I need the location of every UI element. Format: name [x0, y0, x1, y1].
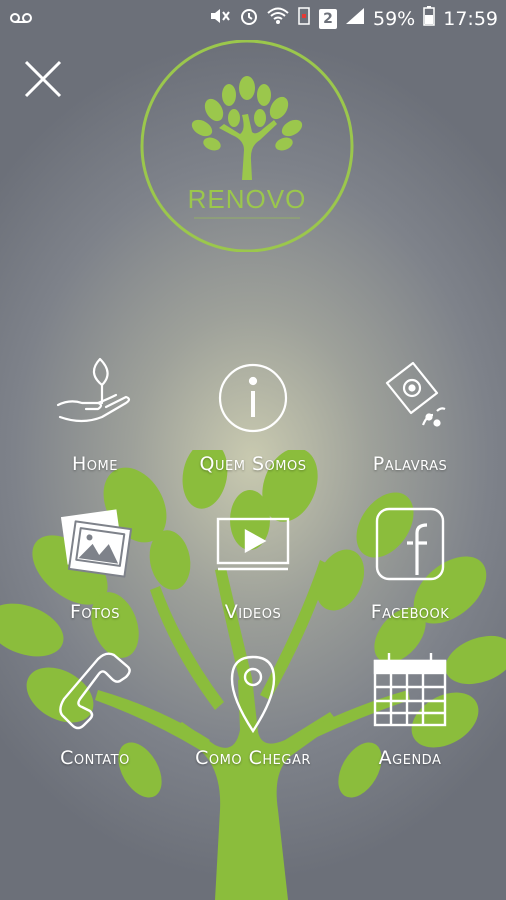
- menu-item-palavras[interactable]: Palavras: [330, 355, 490, 495]
- menu-label-quem-somos: Quem Somos: [199, 453, 307, 475]
- clock-time: 17:59: [443, 7, 498, 30]
- menu-item-contato[interactable]: Contato: [15, 649, 175, 789]
- menu-label-palavras: Palavras: [372, 453, 448, 475]
- alarm-icon: [239, 6, 259, 31]
- photos-icon: [60, 509, 133, 578]
- menu-label-agenda: Agenda: [378, 747, 442, 769]
- phone-icon: [59, 652, 131, 730]
- video-player-icon: [216, 517, 290, 571]
- menu-item-videos[interactable]: Videos: [173, 503, 333, 643]
- menu-item-quem-somos[interactable]: Quem Somos: [173, 355, 333, 495]
- sim-2-icon: 2: [319, 8, 337, 29]
- menu-label-videos: Videos: [224, 601, 282, 623]
- menu-item-fotos[interactable]: Fotos: [15, 503, 175, 643]
- no-sim-icon: [297, 6, 311, 31]
- plant-in-hand-icon: [56, 357, 131, 423]
- wifi-icon: [267, 7, 289, 30]
- map-pin-icon: [230, 655, 276, 734]
- calendar-icon: [373, 653, 447, 727]
- menu-label-contato: Contato: [60, 747, 130, 769]
- close-icon[interactable]: [22, 58, 64, 100]
- battery-percent: 59%: [373, 7, 416, 30]
- menu-item-facebook[interactable]: Facebook: [330, 503, 490, 643]
- renovo-logo: RENOVO: [134, 39, 360, 253]
- menu-item-como-chegar[interactable]: Como Chegar: [173, 649, 333, 789]
- status-bar: 2 59% 17:59: [0, 0, 506, 36]
- menu-item-home[interactable]: Home: [15, 355, 175, 495]
- battery-icon: [423, 6, 435, 31]
- menu-label-fotos: Fotos: [69, 601, 121, 623]
- menu-item-agenda[interactable]: Agenda: [330, 649, 490, 789]
- mute-icon: [209, 7, 231, 30]
- voicemail-icon: [10, 8, 32, 30]
- info-icon: [218, 363, 288, 433]
- signal-icon: [345, 7, 365, 30]
- seed-packet-icon: [385, 361, 446, 427]
- menu-label-home: Home: [72, 453, 118, 475]
- facebook-icon: [375, 507, 445, 581]
- menu-label-facebook: Facebook: [370, 601, 450, 623]
- logo-text: RENOVO: [188, 184, 307, 214]
- menu-label-como-chegar: Como Chegar: [195, 747, 311, 769]
